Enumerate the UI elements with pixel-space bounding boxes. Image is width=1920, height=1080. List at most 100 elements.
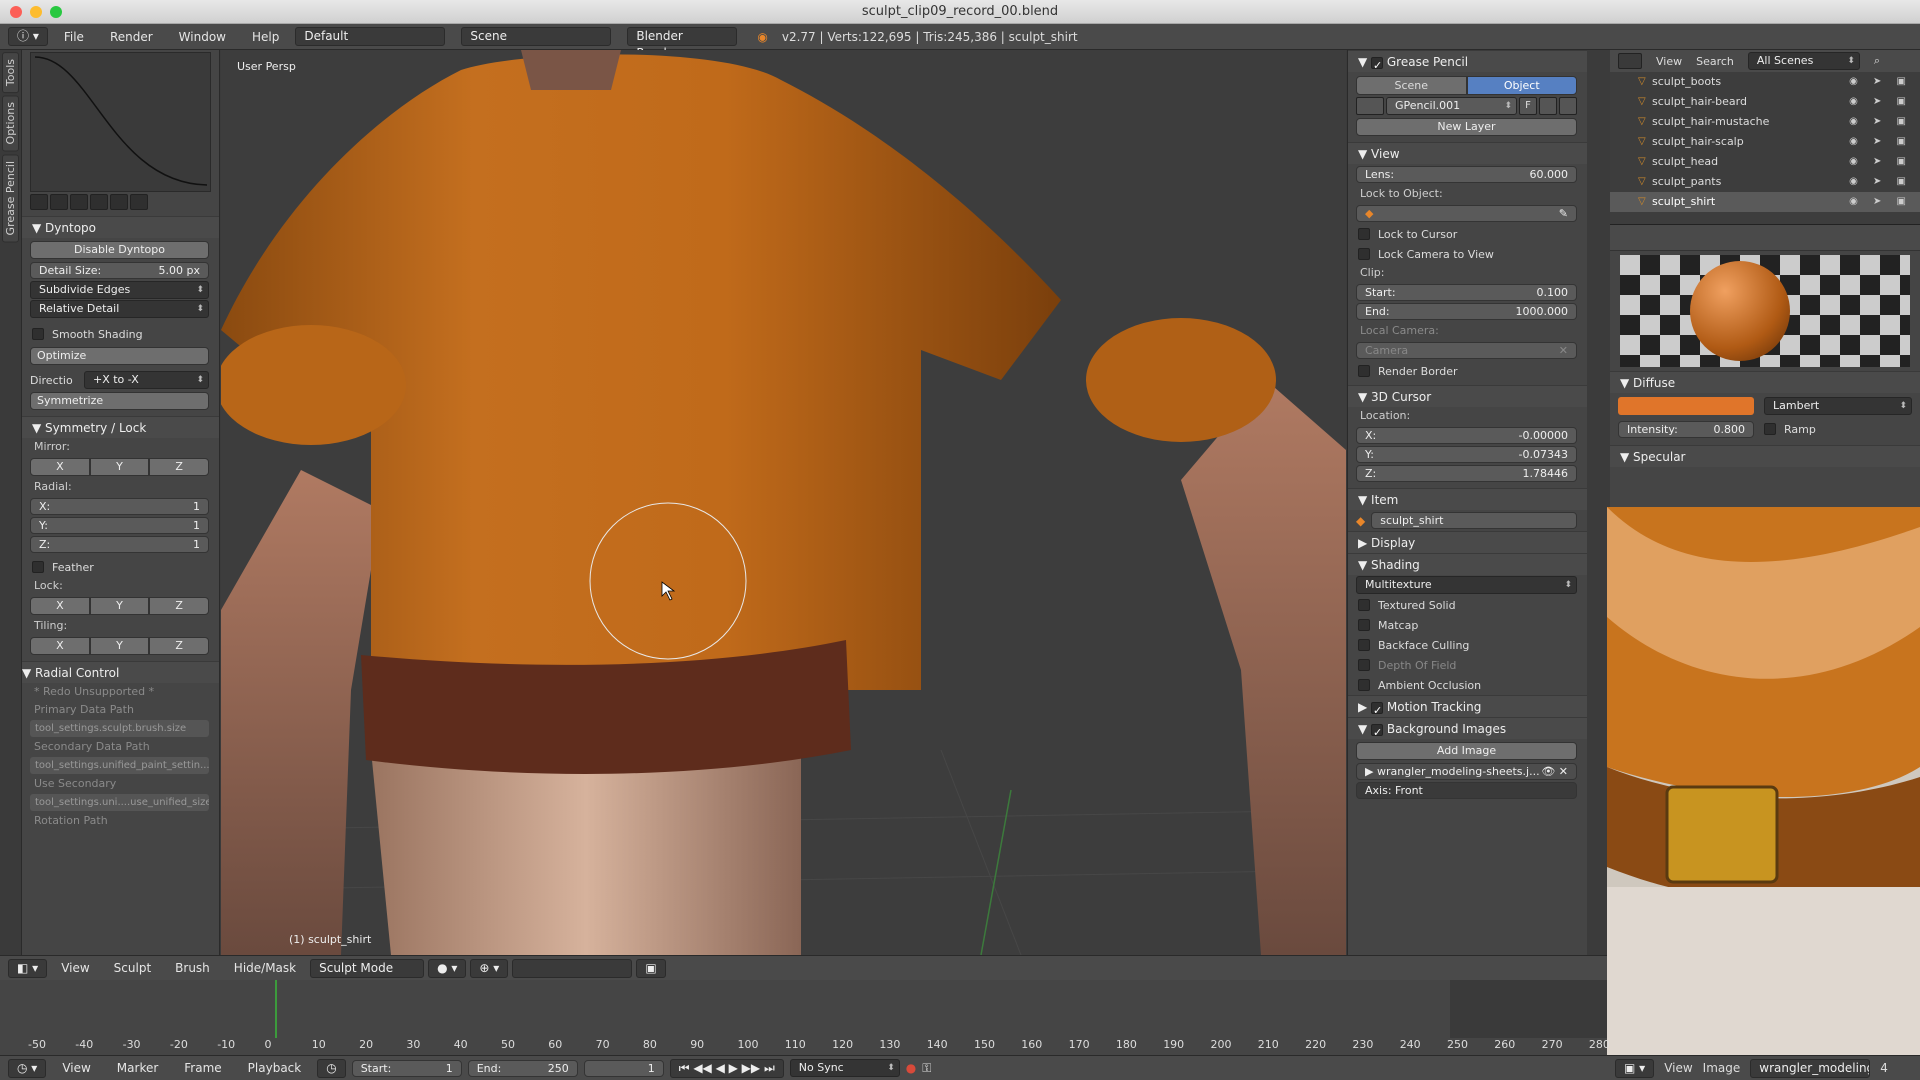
search-icon[interactable]: ⌕ bbox=[1874, 54, 1880, 68]
3d-viewport[interactable]: User Persp (1) sculpt_shirt bbox=[221, 50, 1346, 955]
motion-tracking-header[interactable]: ▶ Motion Tracking bbox=[1348, 695, 1587, 722]
symmetrize-button[interactable]: Symmetrize bbox=[30, 392, 209, 410]
radial-z-field[interactable]: Z: 1 bbox=[30, 536, 209, 553]
outliner-item-selected[interactable]: ▽ sculpt_shirt ◉ ➤ ▣ bbox=[1610, 192, 1920, 212]
lock-y-toggle[interactable]: Y bbox=[89, 597, 150, 615]
view-panel-header[interactable]: ▼ View bbox=[1348, 142, 1587, 164]
visibility-eye-icon[interactable]: 👁 ✕ bbox=[1541, 764, 1568, 779]
matcap-checkbox[interactable]: Matcap bbox=[1348, 615, 1587, 635]
lens-field[interactable]: Lens: 60.000 bbox=[1356, 166, 1577, 183]
disable-dyntopo-button[interactable]: Disable Dyntopo bbox=[30, 241, 209, 259]
item-header[interactable]: ▼ Item bbox=[1348, 488, 1587, 510]
direction-dropdown[interactable]: +X to -X bbox=[84, 371, 209, 389]
outliner-item[interactable]: ▽ sculpt_head ◉ ➤ ▣ bbox=[1610, 152, 1920, 172]
record-icon[interactable]: ● bbox=[906, 1061, 916, 1075]
menu-sculpt[interactable]: Sculpt bbox=[104, 961, 161, 975]
secondary-path-field[interactable]: tool_settings.unified_paint_settin... bbox=[30, 757, 209, 774]
optimize-button[interactable]: Optimize bbox=[30, 347, 209, 365]
feather-checkbox[interactable]: Feather bbox=[22, 557, 219, 577]
clip-end-field[interactable]: End: 1000.000 bbox=[1356, 303, 1577, 320]
dyntopo-header[interactable]: ▼ Dyntopo bbox=[22, 216, 219, 238]
lock-object-field[interactable]: ◆ ✎ bbox=[1356, 205, 1577, 222]
playback-controls[interactable]: ⏮ ◀◀ ◀ ▶ ▶▶ ⏭ bbox=[669, 1058, 784, 1078]
curve-preset-smooth-icon[interactable] bbox=[30, 194, 48, 210]
menu-hide-mask[interactable]: Hide/Mask bbox=[224, 961, 306, 975]
eyedropper-icon[interactable]: ✎ bbox=[1559, 206, 1568, 221]
gpencil-browse-icon[interactable] bbox=[1356, 97, 1384, 115]
ramp-checkbox[interactable]: Ramp bbox=[1764, 419, 1816, 439]
curve-editor[interactable] bbox=[30, 52, 211, 192]
menu-frame[interactable]: Frame bbox=[174, 1061, 231, 1075]
item-name-field[interactable]: sculpt_shirt bbox=[1371, 512, 1577, 529]
cursor-x-field[interactable]: X: -0.00000 bbox=[1356, 427, 1577, 444]
gpencil-name-field[interactable]: GPencil.001 bbox=[1386, 97, 1517, 115]
background-image-entry[interactable]: ▶ wrangler_modeling-sheets.j... 👁 ✕ bbox=[1356, 763, 1577, 780]
mode-dropdown[interactable]: Sculpt Mode bbox=[310, 958, 425, 978]
textured-solid-checkbox[interactable]: Textured Solid bbox=[1348, 595, 1587, 615]
start-frame-field[interactable]: Start: 1 bbox=[351, 1059, 462, 1077]
add-image-button[interactable]: Add Image bbox=[1356, 742, 1577, 760]
tab-tools[interactable]: Tools bbox=[2, 52, 19, 94]
curve-preset-root-icon[interactable] bbox=[70, 194, 88, 210]
mirror-z-toggle[interactable]: Z bbox=[149, 458, 210, 476]
radial-x-field[interactable]: X: 1 bbox=[30, 498, 209, 515]
use-secondary-field[interactable]: tool_settings.uni....use_unified_size bbox=[30, 794, 209, 811]
keying-set-icon[interactable]: ⚿ bbox=[922, 1061, 931, 1076]
menu-view[interactable]: View bbox=[1664, 1061, 1692, 1075]
ambient-occlusion-checkbox[interactable]: Ambient Occlusion bbox=[1348, 675, 1587, 695]
tab-grease-pencil[interactable]: Grease Pencil bbox=[2, 153, 19, 243]
editor-type-button[interactable]: ◧ ▾ bbox=[8, 958, 48, 978]
lock-camera-checkbox[interactable]: Lock Camera to View bbox=[1348, 244, 1587, 264]
editor-type-button[interactable]: ▣ ▾ bbox=[1615, 1058, 1655, 1078]
outliner-item[interactable]: ▽ sculpt_pants ◉ ➤ ▣ bbox=[1610, 172, 1920, 192]
gpencil-fake-user-button[interactable]: F bbox=[1519, 97, 1537, 115]
current-frame-field[interactable]: 1 bbox=[583, 1059, 664, 1077]
specular-header[interactable]: ▼ Specular bbox=[1610, 445, 1920, 467]
tiling-x-toggle[interactable]: X bbox=[30, 637, 90, 655]
primary-path-field[interactable]: tool_settings.sculpt.brush.size bbox=[30, 720, 209, 737]
preview-range-icon[interactable]: ◷ bbox=[317, 1058, 346, 1078]
radial-control-header[interactable]: ▼ Radial Control bbox=[22, 661, 219, 683]
menu-render[interactable]: Render bbox=[100, 30, 163, 44]
grease-pencil-header[interactable]: ▼ Grease Pencil bbox=[1348, 50, 1587, 77]
gpencil-remove-icon[interactable] bbox=[1559, 97, 1577, 115]
depth-of-field-checkbox[interactable]: Depth Of Field bbox=[1348, 655, 1587, 675]
timeline[interactable]: -50 -40 -30 -20 -10 0 10 20 30 40 50 60 70 80 90 100 110… bbox=[0, 980, 1610, 1055]
new-layer-button[interactable]: New Layer bbox=[1356, 118, 1577, 136]
subdivide-edges-dropdown[interactable]: Subdivide Edges bbox=[30, 281, 209, 299]
grease-scene-toggle[interactable]: Scene bbox=[1356, 76, 1467, 95]
background-axis-field[interactable]: Axis: Front bbox=[1356, 782, 1577, 799]
diffuse-header[interactable]: ▼ Diffuse bbox=[1610, 371, 1920, 393]
layer-buttons[interactable] bbox=[512, 958, 633, 978]
menu-help[interactable]: Help bbox=[242, 30, 289, 44]
close-window-button[interactable] bbox=[10, 6, 22, 18]
shading-header[interactable]: ▼ Shading bbox=[1348, 553, 1587, 575]
tiling-z-toggle[interactable]: Z bbox=[149, 637, 210, 655]
minimize-window-button[interactable] bbox=[30, 6, 42, 18]
menu-marker[interactable]: Marker bbox=[107, 1061, 168, 1075]
outliner-item[interactable]: ▽ sculpt_boots ◉ ➤ ▣ bbox=[1610, 72, 1920, 92]
layout-selector[interactable]: Default bbox=[295, 27, 446, 46]
curve-preset-round-icon[interactable] bbox=[50, 194, 68, 210]
local-camera-field[interactable]: Camera ✕ bbox=[1356, 342, 1577, 359]
backface-culling-checkbox[interactable]: Backface Culling bbox=[1348, 635, 1587, 655]
outliner-item[interactable]: ▽ sculpt_hair-beard ◉ ➤ ▣ bbox=[1610, 92, 1920, 112]
menu-file[interactable]: File bbox=[54, 30, 94, 44]
mirror-y-toggle[interactable]: Y bbox=[89, 458, 150, 476]
outliner-item[interactable]: ▽ sculpt_hair-scalp ◉ ➤ ▣ bbox=[1610, 132, 1920, 152]
curve-preset-max-icon[interactable] bbox=[130, 194, 148, 210]
render-button[interactable]: ▣ bbox=[636, 958, 666, 978]
smooth-shading-checkbox[interactable]: Smooth Shading bbox=[22, 324, 219, 344]
pivot-button[interactable]: ⊕ ▾ bbox=[470, 958, 509, 978]
lock-to-cursor-checkbox[interactable]: Lock to Cursor bbox=[1348, 224, 1587, 244]
shading-mode-dropdown[interactable]: Multitexture bbox=[1356, 576, 1577, 594]
menu-image[interactable]: Image bbox=[1703, 1061, 1741, 1075]
render-engine-dropdown[interactable]: Blender Render bbox=[627, 27, 738, 60]
curve-preset-sharp-icon[interactable] bbox=[90, 194, 108, 210]
radial-y-field[interactable]: Y: 1 bbox=[30, 517, 209, 534]
display-mode-dropdown[interactable]: All Scenes bbox=[1747, 52, 1860, 70]
sync-dropdown[interactable]: No Sync bbox=[789, 1059, 900, 1077]
menu-view[interactable]: View bbox=[52, 1061, 100, 1075]
editor-type-icon[interactable] bbox=[1618, 53, 1642, 69]
outliner-menu-view[interactable]: View bbox=[1656, 55, 1682, 68]
